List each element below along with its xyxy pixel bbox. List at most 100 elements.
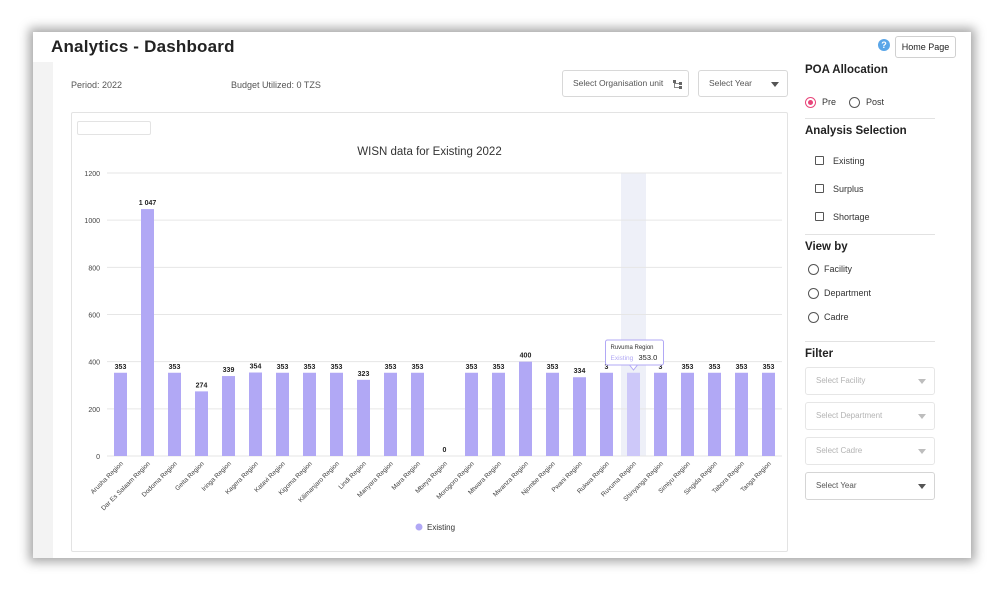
data-label: 353 xyxy=(385,364,397,371)
divider xyxy=(805,234,935,235)
radio-cadre-label: Cadre xyxy=(824,312,849,322)
y-tick-label: 0 xyxy=(96,454,100,461)
x-tick-label: Dar Es Salaam Region xyxy=(100,460,152,512)
tree-icon xyxy=(673,80,682,89)
data-label: 274 xyxy=(196,382,208,389)
checkbox-shortage[interactable] xyxy=(815,212,824,221)
chevron-down-icon xyxy=(918,484,926,489)
bar xyxy=(573,377,586,456)
bar xyxy=(735,372,748,456)
data-label: 334 xyxy=(574,368,586,375)
chevron-down-icon xyxy=(918,379,926,384)
bar xyxy=(330,372,343,456)
legend-marker xyxy=(415,523,423,531)
chevron-down-icon xyxy=(771,82,779,87)
bar xyxy=(276,372,289,456)
bar xyxy=(681,372,694,456)
analysis-selection-title: Analysis Selection xyxy=(805,125,907,137)
cadre-select-placeholder: Select Cadre xyxy=(816,446,863,455)
tooltip-series: Existing xyxy=(611,355,634,362)
facility-select-placeholder: Select Facility xyxy=(816,376,866,385)
organisation-unit-select[interactable]: Select Organisation unit xyxy=(562,70,689,97)
chevron-down-icon xyxy=(918,414,926,419)
data-label: 1 047 xyxy=(139,200,157,207)
page-title: Analytics - Dashboard xyxy=(51,37,235,56)
sidebar: POA Allocation Pre Post Analysis Selecti… xyxy=(795,62,971,558)
bar xyxy=(492,372,505,456)
data-label: 339 xyxy=(223,367,235,374)
bar xyxy=(222,376,235,456)
checkbox-shortage-label: Shortage xyxy=(833,212,870,222)
y-tick-label: 800 xyxy=(88,265,100,272)
data-label: 353 xyxy=(115,364,127,371)
data-label: 353 xyxy=(466,364,478,371)
bar xyxy=(303,372,316,456)
view-by-title: View by xyxy=(805,241,848,253)
radio-cadre[interactable] xyxy=(808,312,819,323)
poa-allocation-title: POA Allocation xyxy=(805,64,888,76)
app-window: Analytics - Dashboard ? Home Page Period… xyxy=(33,32,971,558)
year-select-filter-placeholder: Select Year xyxy=(816,481,857,490)
bar xyxy=(357,379,370,456)
chart-card: WISN data for Existing 2022 0 200 400 600 80… xyxy=(71,112,788,552)
data-label: 353 xyxy=(547,364,559,371)
checkbox-surplus[interactable] xyxy=(815,184,824,193)
divider xyxy=(805,341,935,342)
bar xyxy=(600,372,613,456)
bar xyxy=(627,372,640,456)
checkbox-existing-label: Existing xyxy=(833,156,865,166)
y-tick-label: 400 xyxy=(88,360,100,367)
year-select-top[interactable]: Select Year xyxy=(698,70,788,97)
bar xyxy=(114,372,127,456)
bar xyxy=(465,372,478,456)
bar xyxy=(141,209,154,456)
tooltip-value: 353.0 xyxy=(639,353,658,362)
data-label: 353 xyxy=(304,364,316,371)
chevron-down-icon xyxy=(918,449,926,454)
data-label: 353 xyxy=(277,364,289,371)
data-label: 323 xyxy=(358,371,370,378)
data-label: 354 xyxy=(250,364,262,371)
bar xyxy=(411,372,424,456)
data-label: 353 xyxy=(682,364,694,371)
data-label: 400 xyxy=(520,353,532,360)
question-circle-icon[interactable]: ? xyxy=(878,39,890,51)
data-label: 353 xyxy=(709,364,721,371)
bar xyxy=(249,372,262,456)
radio-department[interactable] xyxy=(808,288,819,299)
data-label: 353 xyxy=(169,364,181,371)
bar xyxy=(762,372,775,456)
bar xyxy=(708,372,721,456)
data-label: 353 xyxy=(763,364,775,371)
legend-label: Existing xyxy=(427,523,455,532)
budget-text: Budget Utilized: 0 TZS xyxy=(231,80,321,90)
tooltip-title: Ruvuma Region xyxy=(611,345,654,351)
home-page-button[interactable]: Home Page xyxy=(895,36,956,58)
data-label: 353 xyxy=(493,364,505,371)
department-select[interactable]: Select Department xyxy=(805,402,935,430)
bar-chart: 020040060080010001200353Arusha Region1 0… xyxy=(84,171,782,532)
bar xyxy=(519,361,532,456)
data-label: 353 xyxy=(736,364,748,371)
divider xyxy=(805,118,935,119)
radio-pre[interactable] xyxy=(805,97,816,108)
cadre-select[interactable]: Select Cadre xyxy=(805,437,935,465)
checkbox-existing[interactable] xyxy=(815,156,824,165)
organisation-unit-placeholder: Select Organisation unit xyxy=(573,78,664,88)
radio-department-label: Department xyxy=(824,288,872,298)
bar xyxy=(168,372,181,456)
year-select-filter[interactable]: Select Year xyxy=(805,472,935,500)
period-text: Period: 2022 xyxy=(71,80,123,90)
filter-title: Filter xyxy=(805,348,834,360)
radio-facility[interactable] xyxy=(808,264,819,275)
radio-post[interactable] xyxy=(849,97,860,108)
checkbox-surplus-label: Surplus xyxy=(833,184,864,194)
facility-select[interactable]: Select Facility xyxy=(805,367,935,395)
bar xyxy=(546,372,559,456)
y-tick-label: 200 xyxy=(88,407,100,414)
radio-post-label: Post xyxy=(866,97,885,107)
data-label: 353 xyxy=(331,364,343,371)
y-tick-label: 600 xyxy=(88,313,100,320)
bar xyxy=(195,391,208,456)
data-label: 353 xyxy=(412,364,424,371)
